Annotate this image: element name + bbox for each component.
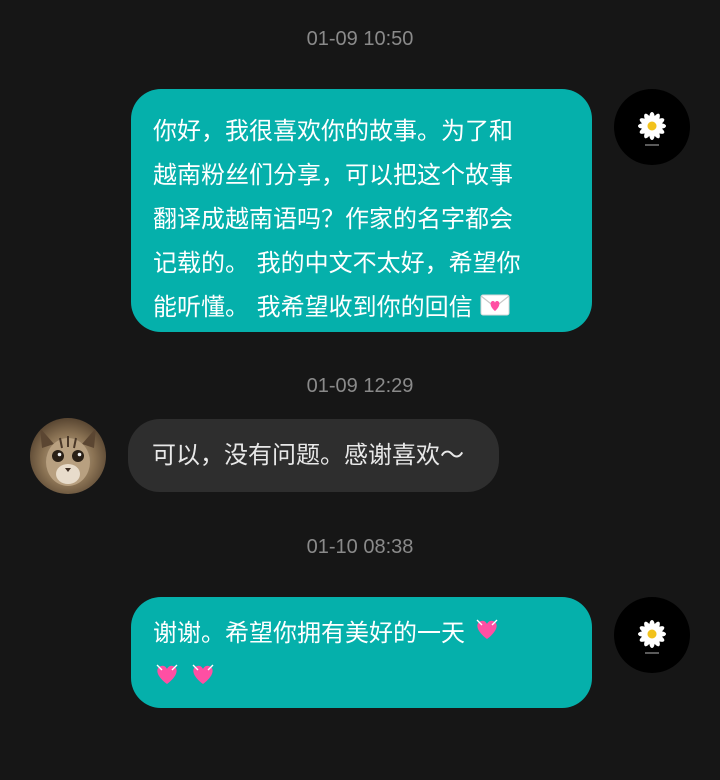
message-line: 谢谢。希望你拥有美好的一天 — [153, 619, 465, 647]
message-line: 你好，我很喜欢你的故事。为了和 — [153, 117, 513, 145]
love-letter-icon — [480, 286, 510, 330]
daisy-avatar-icon — [638, 112, 666, 146]
heart-with-ribbon-icon — [153, 657, 181, 701]
heart-with-ribbon-icon — [473, 612, 501, 656]
outgoing-message-bubble[interactable]: 你好，我很喜欢你的故事。为了和 越南粉丝们分享，可以把这个故事 翻译成越南语吗？… — [131, 89, 592, 332]
self-avatar[interactable] — [614, 89, 690, 165]
incoming-message-bubble[interactable]: 可以，没有问题。感谢喜欢～ — [128, 419, 499, 492]
message-line: 能听懂。 我希望收到你的回信 — [153, 293, 473, 321]
message-line: 翻译成越南语吗？作家的名字都会 — [153, 205, 513, 233]
message-line: 越南粉丝们分享，可以把这个故事 — [153, 161, 513, 189]
message-line-first: 谢谢。希望你拥有美好的一天 — [153, 611, 570, 656]
timestamp: 01-09 10:50 — [306, 28, 414, 50]
self-avatar[interactable] — [614, 597, 690, 673]
outgoing-message-bubble[interactable]: 谢谢。希望你拥有美好的一天 — [131, 597, 592, 708]
chat-screen: 01-09 10:50 你好，我很喜欢你的故事。为了和 越南粉丝们分享，可以把这… — [0, 0, 720, 780]
cat-avatar-icon — [40, 428, 96, 486]
timestamp: 01-09 12:29 — [306, 375, 414, 397]
daisy-avatar-icon — [638, 620, 666, 654]
message-line-last: 能听懂。 我希望收到你的回信 — [153, 285, 570, 330]
heart-with-ribbon-icon — [189, 657, 217, 701]
message-text: 可以，没有问题。感谢喜欢～ — [152, 441, 464, 469]
message-line-second — [153, 656, 570, 701]
contact-avatar[interactable] — [30, 418, 106, 494]
message-line: 记载的。 我的中文不太好，希望你 — [153, 249, 521, 277]
timestamp: 01-10 08:38 — [306, 536, 414, 558]
